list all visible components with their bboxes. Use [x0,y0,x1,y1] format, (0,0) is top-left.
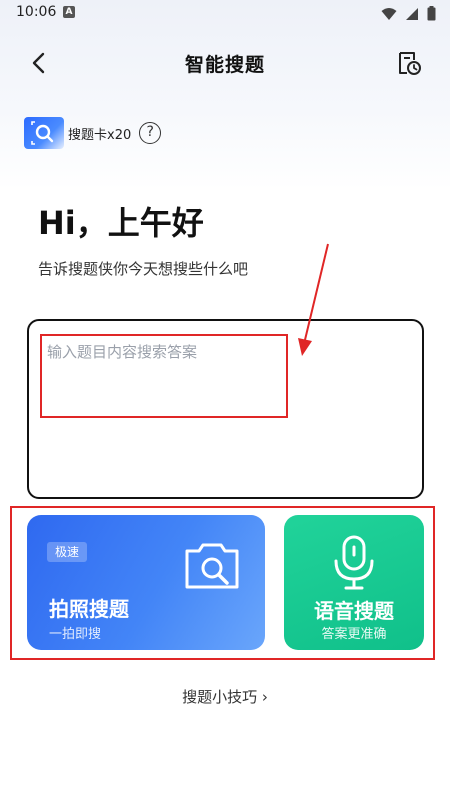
voice-search-label: 语音搜题 [314,599,394,623]
voice-search-button[interactable]: 语音搜题 答案更准确 [284,515,424,650]
page-title: 智能搜题 [184,54,265,76]
photo-search-label: 拍照搜题 [49,597,129,621]
microphone-icon [334,535,374,590]
history-record-icon [399,52,421,75]
voice-search-sublabel: 答案更准确 [321,627,387,642]
history-button[interactable] [394,48,424,78]
search-card-count: 搜题卡x20 [68,127,132,143]
magnifier-icon [31,121,54,145]
photo-search-button[interactable]: 极速 拍照搜题 一拍即搜 [27,515,265,650]
fast-badge: 极速 [47,542,87,562]
top-nav: 智能搜题 [0,38,450,88]
signal-icon [406,7,418,20]
status-bar: 10:06 A [0,0,450,26]
help-button[interactable]: ? [139,122,162,144]
search-card-image [24,117,64,149]
greeting-subtitle: 告诉搜题侠你今天想搜些什么吧 [38,260,249,278]
camera-search-icon [185,543,239,589]
search-tips-link[interactable]: 搜题小技巧 › [0,686,450,707]
wifi-icon [381,7,397,20]
question-input-box [27,319,424,499]
photo-search-sublabel: 一拍即搜 [49,627,102,642]
status-time: 10:06 [16,4,57,20]
status-indicators [381,6,436,21]
battery-icon [427,6,436,21]
question-input[interactable] [47,341,407,481]
search-card-info: 搜题卡x20 ? [24,116,162,150]
greeting-title: Hi，上午好 [38,204,204,242]
notification-app-icon: A [63,6,75,18]
